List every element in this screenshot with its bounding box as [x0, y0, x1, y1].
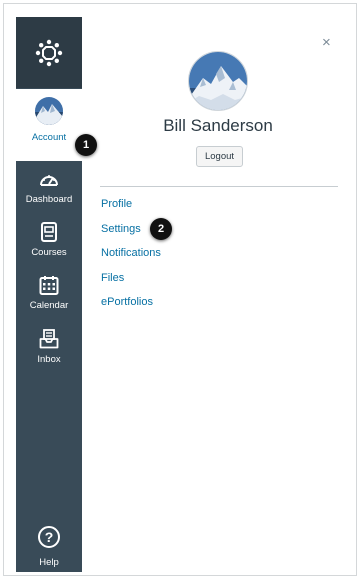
link-files[interactable]: Files	[101, 272, 161, 297]
nav-item-help[interactable]: ? Help	[16, 525, 82, 569]
canvas-logo[interactable]	[16, 17, 82, 88]
nav-label-help: Help	[39, 557, 59, 568]
mountain-avatar-icon	[189, 52, 247, 110]
logout-button[interactable]: Logout	[196, 146, 243, 167]
account-links: Profile Settings Notifications Files ePo…	[101, 198, 161, 321]
help-icon: ?	[37, 525, 61, 554]
link-profile[interactable]: Profile	[101, 198, 161, 223]
nav-label-calendar: Calendar	[29, 300, 69, 311]
tray-divider	[100, 186, 338, 187]
callout-badge-1: 1	[75, 134, 97, 156]
user-name: Bill Sanderson	[163, 116, 273, 135]
callout-badge-2: 2	[150, 218, 172, 240]
link-notifications[interactable]: Notifications	[101, 247, 161, 272]
global-nav: Account Dashboard Courses Calendar Inbox…	[16, 17, 82, 572]
nav-label-dashboard: Dashboard	[25, 194, 73, 205]
nav-label-inbox: Inbox	[37, 354, 61, 365]
nav-item-courses[interactable]: Courses	[16, 220, 82, 270]
mountain-avatar-icon	[35, 97, 63, 125]
nav-item-calendar[interactable]: Calendar	[16, 273, 82, 323]
courses-icon	[37, 220, 61, 244]
avatar	[35, 97, 63, 125]
user-avatar	[188, 51, 248, 111]
dashboard-icon	[37, 167, 61, 191]
close-icon[interactable]: ×	[322, 34, 331, 51]
canvas-logo-icon	[35, 39, 63, 66]
nav-item-inbox[interactable]: Inbox	[16, 327, 82, 377]
nav-item-dashboard[interactable]: Dashboard	[16, 167, 82, 217]
nav-label-courses: Courses	[31, 247, 67, 258]
nav-item-account[interactable]: Account	[16, 89, 82, 161]
link-eportfolios[interactable]: ePortfolios	[101, 296, 161, 321]
svg-text:?: ?	[45, 529, 54, 545]
nav-label-account: Account	[31, 132, 67, 143]
inbox-icon	[37, 327, 61, 351]
calendar-icon	[37, 273, 61, 297]
